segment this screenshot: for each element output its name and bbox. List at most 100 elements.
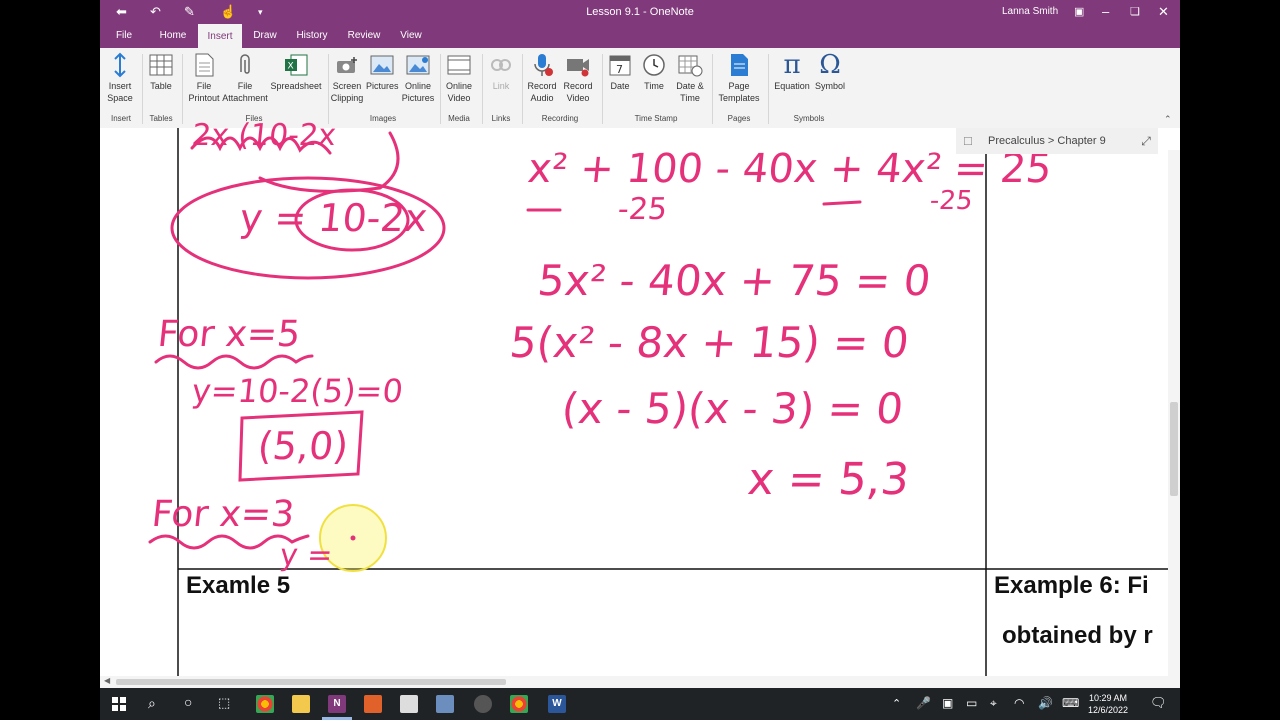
camcorder-icon xyxy=(567,59,589,77)
close-icon[interactable]: ✕ xyxy=(1158,4,1169,20)
insert-space-button[interactable]: Insert Space xyxy=(104,52,136,104)
example-6-text: obtained by r xyxy=(1002,622,1153,649)
tab-draw[interactable]: Draw xyxy=(246,24,284,48)
record-video-label: Record Video xyxy=(563,81,593,103)
record-audio-label: Record Audio xyxy=(527,81,557,103)
group-label-media: Media xyxy=(448,114,470,123)
keyboard-icon[interactable]: ⌨ xyxy=(1062,696,1079,710)
scroll-left-icon[interactable]: ◀ xyxy=(104,676,110,685)
app-icon-blue[interactable] xyxy=(436,695,454,713)
example-6-clip: Example 6: Fi obtained by r xyxy=(994,570,1168,676)
calculator-icon[interactable] xyxy=(400,695,418,713)
time-button[interactable]: Time xyxy=(638,52,670,92)
windows-start-icon[interactable] xyxy=(112,697,126,711)
example-5-title: Examle 5 xyxy=(186,572,291,599)
ink-line-4: (x - 5)(x - 3) = 0 xyxy=(559,384,906,433)
restore-icon[interactable]: ❏ xyxy=(1130,4,1140,20)
notifications-icon[interactable]: 🗨 xyxy=(1150,695,1167,711)
tab-review[interactable]: Review xyxy=(342,24,386,48)
paperclip-icon xyxy=(240,54,250,74)
user-name[interactable]: Lanna Smith xyxy=(1002,6,1058,17)
ink-for-x-5: For x=5 xyxy=(155,314,303,355)
svg-text:7: 7 xyxy=(616,63,623,76)
onenote-taskbar-icon[interactable]: N xyxy=(328,695,346,713)
left-letterbox xyxy=(0,0,100,720)
tab-insert[interactable]: Insert xyxy=(198,24,242,49)
wifi-icon[interactable]: ◠ xyxy=(1014,696,1024,710)
horizontal-scroll-thumb[interactable] xyxy=(116,679,506,685)
collapse-ribbon-icon[interactable]: ⌃ xyxy=(1164,114,1172,125)
group-separator xyxy=(182,54,183,124)
cursor-dot xyxy=(350,535,356,541)
tab-history[interactable]: History xyxy=(290,24,334,48)
pictures-button[interactable]: Pictures xyxy=(366,52,399,92)
ribbon-tabs: File Home Insert Draw History Review Vie… xyxy=(100,24,1180,49)
page-canvas[interactable]: 2x (10-2x y = 10-2x For x=5 y=10-2(5)=0 … xyxy=(100,118,1180,676)
date-time-label: Date & Time xyxy=(676,81,704,103)
date-label: Date xyxy=(610,81,630,91)
file-printout-label: File Printout xyxy=(188,81,220,103)
link-button[interactable]: Link xyxy=(484,52,518,92)
ink-line-1-sub: -25 xyxy=(616,192,669,227)
group-label-links: Links xyxy=(491,114,511,123)
app-icon-orange[interactable] xyxy=(364,695,382,713)
symbol-label: Symbol xyxy=(814,81,845,91)
group-separator xyxy=(482,54,483,124)
video-icon xyxy=(447,55,471,75)
camera-icon xyxy=(337,57,357,73)
group-label-time-stamp: Time Stamp xyxy=(634,114,678,123)
page-templates-button[interactable]: Page Templates xyxy=(714,52,764,104)
file-printout-icon xyxy=(195,53,214,77)
online-video-label: Online Video xyxy=(445,81,472,103)
record-audio-button[interactable]: Record Audio xyxy=(524,52,560,104)
battery-icon[interactable]: ▭ xyxy=(966,696,977,710)
ribbon-display-icon[interactable]: ▣ xyxy=(1074,4,1084,20)
date-button[interactable]: 7 Date xyxy=(604,52,636,92)
breadcrumb[interactable]: □ Precalculus > Chapter 9 ▼ xyxy=(956,128,1156,154)
record-video-button[interactable]: Record Video xyxy=(560,52,596,104)
app-icon-circle[interactable] xyxy=(474,695,492,713)
expand-icon[interactable]: ⤢ xyxy=(1134,128,1158,154)
file-attachment-button[interactable]: File Attachment xyxy=(222,52,268,104)
online-video-button[interactable]: Online Video xyxy=(442,52,476,104)
link-icon xyxy=(491,59,511,71)
tab-home[interactable]: Home xyxy=(152,24,194,48)
symbol-button[interactable]: Ω Symbol xyxy=(812,52,848,92)
date-time-button[interactable]: Date & Time xyxy=(672,52,708,104)
online-pictures-button[interactable]: Online Pictures xyxy=(400,52,436,104)
vertical-scrollbar[interactable] xyxy=(1168,150,1180,676)
tab-view[interactable]: View xyxy=(392,24,430,48)
horizontal-scrollbar[interactable]: ◀ xyxy=(100,676,1180,688)
clock[interactable]: 10:29 AM 12/6/2022 xyxy=(1088,692,1128,716)
word-icon[interactable]: W xyxy=(548,695,566,713)
chrome-icon[interactable] xyxy=(256,695,274,713)
file-printout-button[interactable]: File Printout xyxy=(186,52,222,104)
file-attachment-label: File Attachment xyxy=(222,81,268,103)
group-separator xyxy=(328,54,329,124)
example-6-title: Example 6: Fi xyxy=(994,572,1149,599)
location-icon[interactable]: ⌖ xyxy=(990,696,997,711)
clock-date: 12/6/2022 xyxy=(1088,705,1129,715)
tab-file[interactable]: File xyxy=(110,24,138,48)
microphone-tray-icon[interactable]: 🎤 xyxy=(916,696,931,710)
screen-clipping-button[interactable]: Screen Clipping xyxy=(330,52,364,104)
omega-icon: Ω xyxy=(819,50,841,80)
minimize-icon[interactable]: – xyxy=(1102,4,1109,20)
equation-button[interactable]: π Equation xyxy=(770,52,814,92)
chrome-icon-2[interactable] xyxy=(510,695,528,713)
pi-icon: π xyxy=(783,50,801,80)
camera-tray-icon[interactable]: ▣ xyxy=(942,696,953,710)
file-explorer-icon[interactable] xyxy=(292,695,310,713)
spreadsheet-button[interactable]: X Spreadsheet xyxy=(270,52,322,92)
clock-time: 10:29 AM xyxy=(1089,693,1128,703)
excel-icon: X xyxy=(285,54,308,76)
group-separator xyxy=(142,54,143,124)
cortana-icon[interactable]: ○ xyxy=(184,694,192,710)
calendar-icon: 7 xyxy=(609,55,631,76)
table-button[interactable]: Table xyxy=(146,52,176,92)
search-icon[interactable]: ⌕ xyxy=(148,695,156,712)
task-view-icon[interactable]: ⬚ xyxy=(218,695,230,711)
volume-icon[interactable]: 🔊 xyxy=(1038,696,1053,710)
tray-chevron-up-icon[interactable]: ⌃ xyxy=(892,697,901,710)
vertical-scroll-thumb[interactable] xyxy=(1170,402,1178,496)
